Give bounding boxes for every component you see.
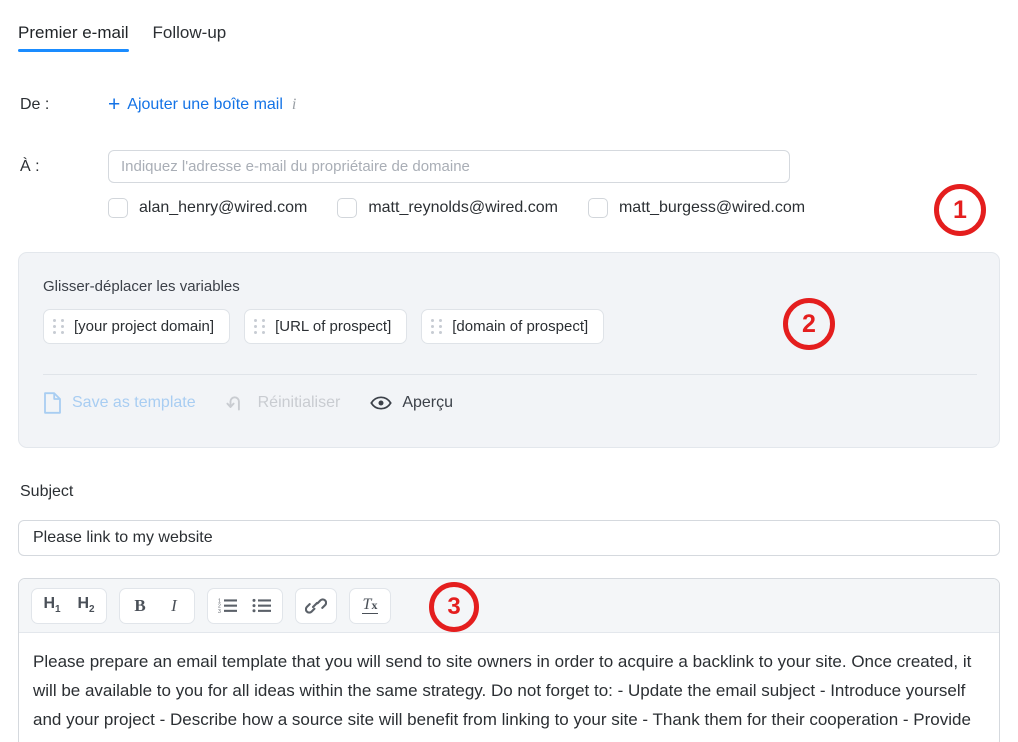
recipient-item[interactable]: matt_burgess@wired.com [587, 198, 806, 218]
email-body-text[interactable]: Please prepare an email template that yo… [19, 633, 999, 742]
add-mailbox-label: Ajouter une boîte mail [127, 95, 283, 113]
variables-title: Glisser-déplacer les variables [43, 278, 240, 295]
drag-handle-icon[interactable] [53, 319, 64, 334]
file-icon [43, 392, 62, 414]
info-icon[interactable]: i [292, 96, 296, 113]
variable-chip-label: [your project domain] [74, 318, 215, 335]
bold-button[interactable]: B [126, 592, 154, 620]
annotation-marker-1: 1 [934, 184, 986, 236]
undo-icon [226, 393, 248, 413]
clear-formatting-button[interactable]: Tx [356, 592, 384, 620]
tab-bar: Premier e-mail Follow-up [18, 23, 226, 52]
heading-group: H1 H2 [31, 587, 107, 624]
email-body-editor: H1 H2 B I 1 2 3 Tx Please prepare an ema… [18, 578, 1000, 742]
variable-chip-label: [domain of prospect] [452, 318, 589, 335]
italic-button[interactable]: I [160, 592, 188, 620]
from-row: De : + Ajouter une boîte mail i [20, 94, 296, 115]
ordered-list-icon[interactable]: 1 2 3 [214, 592, 242, 620]
eye-icon [370, 395, 393, 411]
plus-icon: + [108, 93, 121, 116]
clear-format-group: Tx [349, 587, 391, 624]
svg-text:3: 3 [218, 609, 221, 614]
drag-handle-icon[interactable] [254, 319, 266, 334]
bullet-list-icon[interactable] [248, 592, 276, 620]
to-label: À : [20, 157, 40, 175]
list-group: 1 2 3 [207, 587, 283, 624]
variable-chip[interactable]: [your project domain] [43, 309, 231, 344]
variable-chip-label: [URL of prospect] [275, 318, 392, 335]
link-group [295, 587, 337, 624]
variable-chip[interactable]: [URL of prospect] [244, 309, 408, 344]
text-style-group: B I [119, 587, 195, 624]
annotation-marker-2: 2 [783, 298, 835, 350]
email-template-editor-page: Premier e-mail Follow-up De : + Ajouter … [0, 0, 1018, 742]
recipient-checkbox[interactable] [337, 198, 358, 218]
recipient-list: alan_henry@wired.com matt_reynolds@wired… [108, 198, 805, 218]
to-input[interactable] [108, 150, 790, 183]
recipient-checkbox[interactable] [587, 198, 608, 218]
reset-label: Réinitialiser [257, 394, 341, 411]
preview-button[interactable]: Aperçu [370, 394, 453, 412]
editor-toolbar: H1 H2 B I 1 2 3 Tx [19, 579, 999, 633]
from-label: De : [20, 95, 50, 113]
link-icon[interactable] [302, 592, 330, 620]
variable-chip[interactable]: [domain of prospect] [421, 309, 605, 344]
heading-1-button[interactable]: H1 [38, 592, 66, 620]
preview-label: Aperçu [402, 394, 454, 411]
annotation-marker-3: 3 [429, 582, 479, 632]
subject-input[interactable] [18, 520, 1000, 556]
reset-button[interactable]: Réinitialiser [226, 393, 341, 413]
tab-premier-email[interactable]: Premier e-mail [18, 23, 129, 52]
recipient-item[interactable]: matt_reynolds@wired.com [337, 198, 558, 218]
variables-panel: Glisser-déplacer les variables [your pro… [18, 252, 1000, 448]
heading-2-button[interactable]: H2 [72, 592, 100, 620]
variable-chip-list: [your project domain] [URL of prospect] … [43, 309, 605, 344]
subject-label: Subject [20, 483, 74, 500]
panel-actions: Save as template Réinitialiser Aperçu [43, 392, 453, 414]
drag-handle-icon[interactable] [431, 319, 443, 334]
tab-follow-up[interactable]: Follow-up [153, 23, 227, 52]
save-as-template-button[interactable]: Save as template [43, 392, 196, 414]
recipient-email: matt_burgess@wired.com [618, 199, 806, 216]
save-as-template-label: Save as template [72, 394, 196, 411]
recipient-email: alan_henry@wired.com [139, 199, 308, 216]
recipient-checkbox[interactable] [108, 198, 128, 218]
to-row: À : [20, 150, 790, 183]
panel-divider [43, 374, 977, 375]
recipient-item[interactable]: alan_henry@wired.com [108, 198, 307, 218]
add-mailbox-button[interactable]: + Ajouter une boîte mail [108, 94, 283, 115]
recipient-email: matt_reynolds@wired.com [368, 199, 558, 216]
